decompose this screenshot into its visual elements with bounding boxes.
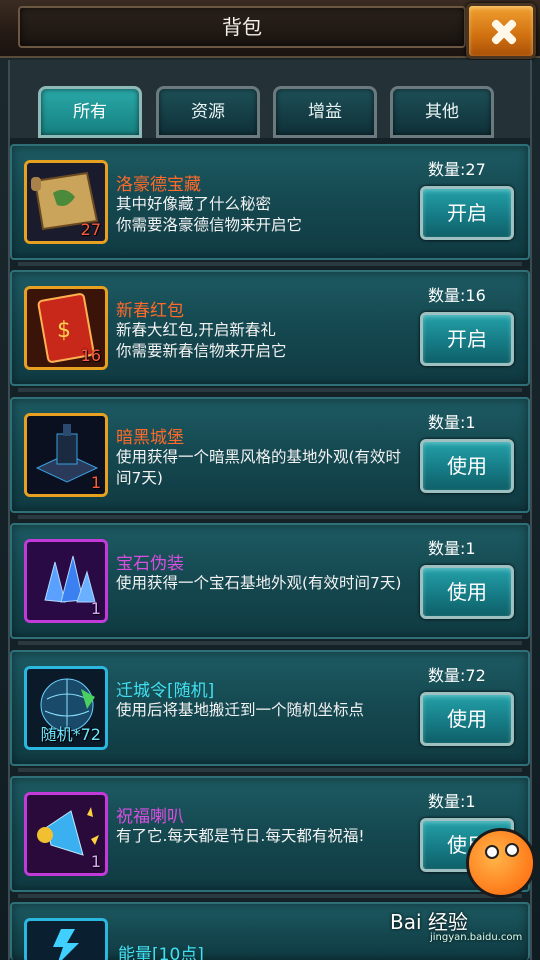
item-quantity: 数量:27 [428,160,486,179]
item-quantity: 数量:72 [428,666,486,685]
item-quantity: 数量:16 [428,286,486,305]
tab-all[interactable]: 所有 [38,86,142,138]
item-card: 随机*72 迁城令[随机] 使用后将基地搬迁到一个随机坐标点 数量:72 使用 [10,650,530,766]
item-icon-frame: 1 [24,413,108,497]
use-button[interactable]: 使用 [420,439,514,493]
item-icon-frame: 1 [24,539,108,623]
use-button[interactable]: 使用 [420,565,514,619]
watermark-url: jingyan.baidu.com [430,932,523,943]
close-icon [469,6,533,56]
divider [18,262,522,266]
open-button[interactable]: 开启 [420,312,514,366]
item-quantity: 数量:1 [428,792,476,811]
item-card: 1 暗黑城堡 使用获得一个暗黑风格的基地外观(有效时间7天) 数量:1 使用 [10,397,530,513]
item-count: 1 [90,599,101,618]
item-description: 使用后将基地搬迁到一个随机坐标点 [116,701,365,719]
item-count: 1 [90,473,101,492]
page-title: 背包 [222,15,262,39]
item-name: 宝石伪装 [116,554,184,574]
open-button[interactable]: 开启 [420,186,514,240]
divider [18,641,522,645]
item-card: $ 16 新春红包 新春大红包,开启新春礼 你需要新春信物来开启它 数量:16 … [10,270,530,386]
item-name: 迁城令[随机] [116,681,215,701]
divider [18,894,522,898]
header-bar: 背包 [0,0,540,59]
item-name: 祝福喇叭 [116,807,184,827]
svg-text:$: $ [57,318,71,343]
item-quantity: 数量:1 [428,413,476,432]
item-description: 其中好像藏了什么秘密 你需要洛豪德信物来开启它 [116,195,303,234]
item-name: 洛豪德宝藏 [116,175,201,195]
watermark: Bai 经验 jingyan.baidu.com [390,906,536,950]
divider [18,768,522,772]
tab-resources[interactable]: 资源 [156,86,260,138]
watermark-brand: Bai 经验 [390,910,468,934]
mascot-logo [466,828,536,898]
item-card: 1 宝石伪装 使用获得一个宝石基地外观(有效时间7天) 数量:1 使用 [10,523,530,639]
tab-other[interactable]: 其他 [390,86,494,138]
item-count: 27 [80,220,101,239]
item-name: 新春红包 [116,301,184,321]
close-button[interactable] [466,3,536,59]
item-description: 新春大红包,开启新春礼 你需要新春信物来开启它 [116,321,287,360]
item-count: 随机*72 [40,725,101,744]
item-description: 有了它.每天都是节日.每天都有祝福! [116,827,365,845]
item-name: 能量[10点] [118,945,204,960]
item-icon-frame: 1 [24,792,108,876]
item-description: 使用获得一个暗黑风格的基地外观(有效时间7天) [116,448,402,487]
use-button[interactable]: 使用 [420,692,514,746]
divider [18,388,522,392]
item-card: 1 祝福喇叭 有了它.每天都是节日.每天都有祝福! 数量:1 使用 [10,776,530,892]
item-icon-frame [24,918,108,960]
item-count: 1 [90,852,101,871]
item-quantity: 数量:1 [428,539,476,558]
item-description: 使用获得一个宝石基地外观(有效时间7天) [116,574,402,592]
item-icon-frame: $ 16 [24,286,108,370]
energy-icon [27,921,105,960]
item-card: 27 洛豪德宝藏 其中好像藏了什么秘密 你需要洛豪德信物来开启它 数量:27 开… [10,144,530,260]
item-icon-frame: 随机*72 [24,666,108,750]
item-count: 16 [80,346,101,365]
item-icon-frame: 27 [24,160,108,244]
tab-boosts[interactable]: 增益 [273,86,377,138]
divider [18,515,522,519]
item-name: 暗黑城堡 [116,428,184,448]
